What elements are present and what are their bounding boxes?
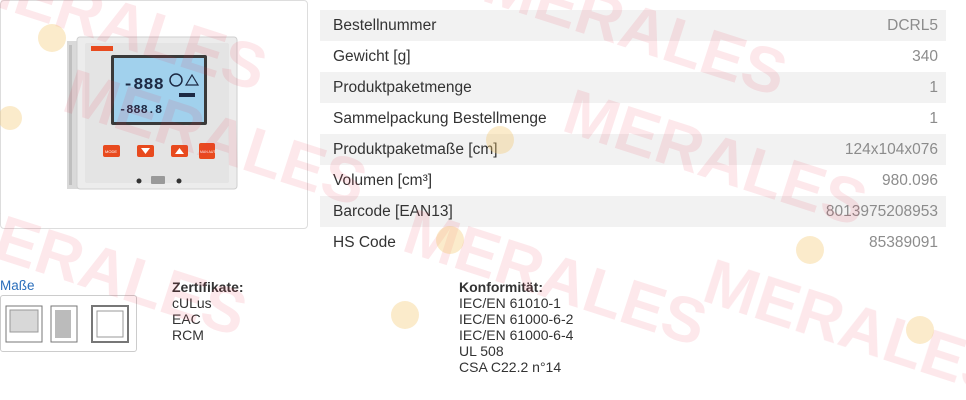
conformity-block: Konformität: IEC/EN 61010-1 IEC/EN 61000… [459, 279, 573, 375]
spec-value: 8013975208953 [825, 202, 938, 220]
watermark-text: MERALES [696, 245, 966, 400]
spec-row: Barcode [EAN13] 8013975208953 [320, 196, 946, 227]
conformity-item: IEC/EN 61010-1 [459, 295, 561, 311]
spec-label: Produktpaketmenge [333, 78, 472, 96]
spec-value: 1 [929, 78, 938, 96]
spec-row: Gewicht [g] 340 [320, 41, 946, 72]
conformity-item: IEC/EN 61000-6-4 [459, 327, 574, 343]
device-man-aut-button-label: MAN AUT [200, 150, 216, 154]
spec-label: Barcode [EAN13] [333, 202, 453, 220]
spec-row: Volumen [cm³] 980.096 [320, 165, 946, 196]
spec-value: 124x104x076 [844, 140, 938, 158]
dimensions-link[interactable]: Maße [0, 278, 35, 293]
certificates-title: Zertifikate: [172, 279, 244, 295]
spec-table: Bestellnummer DCRL5 Gewicht [g] 340 Produktp… [320, 10, 946, 258]
conformity-title: Konformität: [459, 279, 543, 295]
spec-value: 340 [912, 47, 938, 65]
spec-value: DCRL5 [887, 16, 938, 34]
spec-label: HS Code [333, 233, 396, 251]
device-mode-button-label: MODE [105, 149, 117, 154]
spec-row: Produktpaketmaße [cm] 124x104x076 [320, 134, 946, 165]
spec-row: HS Code 85389091 [320, 227, 946, 258]
spec-value: 1 [929, 109, 938, 127]
spec-value: 85389091 [869, 233, 938, 251]
spec-label: Bestellnummer [333, 16, 437, 34]
certificate-item: EAC [172, 311, 201, 327]
conformity-item: CSA C22.2 n°14 [459, 359, 562, 375]
spec-row: Produktpaketmenge 1 [320, 72, 946, 103]
spec-row: Bestellnummer DCRL5 [320, 10, 946, 41]
spec-label: Gewicht [g] [333, 47, 411, 65]
spec-row: Sammelpackung Bestellmenge 1 [320, 103, 946, 134]
rcd-controller-device-image: -888 -888.8 MODE MAN AUT [67, 36, 238, 190]
spec-value: 980.096 [881, 171, 938, 189]
lcd-top-digits: -888 [123, 76, 164, 95]
product-image-card[interactable]: -888 -888.8 MODE MAN AUT [0, 0, 308, 229]
certificates-block: Zertifikate: cULus EAC RCM [172, 279, 244, 343]
conformity-item: IEC/EN 61000-6-2 [459, 311, 574, 327]
spec-label: Sammelpackung Bestellmenge [333, 109, 547, 127]
conformity-item: UL 508 [459, 343, 504, 359]
spec-label: Volumen [cm³] [333, 171, 433, 189]
dimension-drawing-thumbnail[interactable] [0, 295, 137, 352]
lcd-bottom-digits: -888.8 [119, 103, 162, 117]
dimension-drawing-icon [5, 305, 129, 343]
spec-label: Produktpaketmaße [cm] [333, 140, 498, 158]
certificate-item: RCM [172, 327, 204, 343]
certificate-item: cULus [172, 295, 212, 311]
